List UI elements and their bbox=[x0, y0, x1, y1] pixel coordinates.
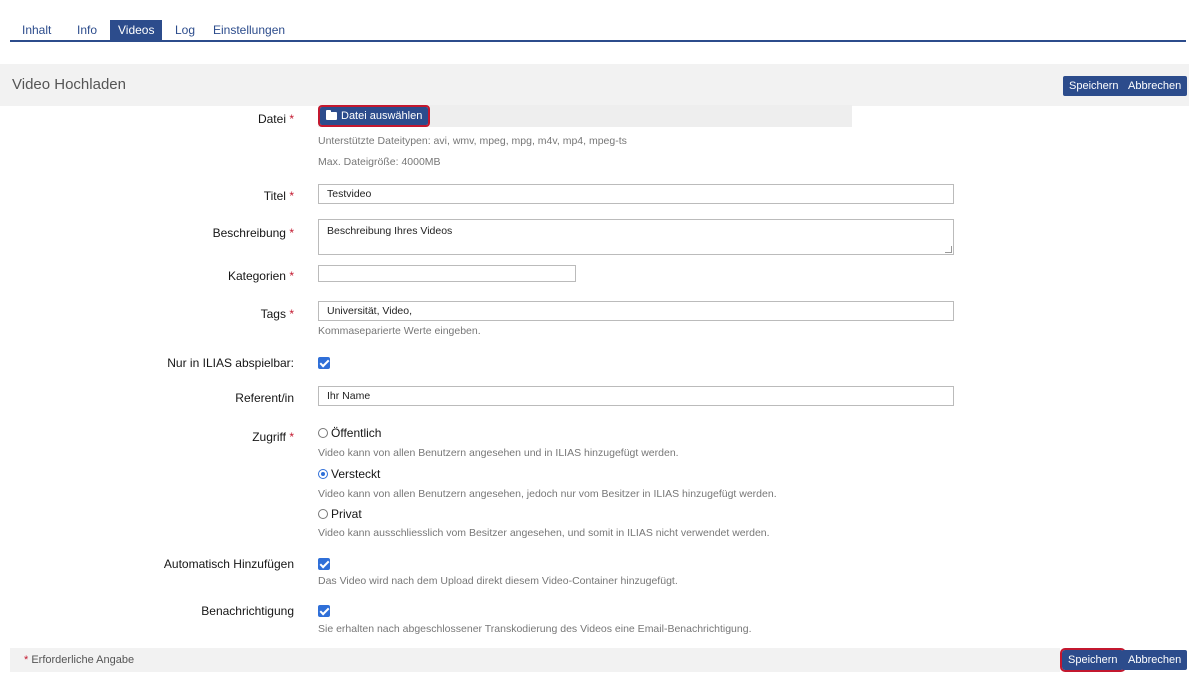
ilias-only-label: Nur in ILIAS abspielbar: bbox=[167, 356, 294, 370]
tab-videos[interactable]: Videos bbox=[110, 20, 163, 40]
title-input[interactable]: Testvideo bbox=[318, 184, 954, 204]
file-types-help: Unterstützte Dateitypen: avi, wmv, mpeg,… bbox=[318, 135, 627, 147]
form-header bbox=[0, 64, 1189, 106]
ilias-only-checkbox[interactable] bbox=[318, 357, 330, 369]
notification-label: Benachrichtigung bbox=[201, 604, 294, 618]
tab-inhalt[interactable]: Inhalt bbox=[14, 20, 59, 40]
page-title: Video Hochladen bbox=[12, 76, 126, 93]
folder-open-icon bbox=[326, 110, 337, 120]
title-label: Titel * bbox=[263, 189, 294, 203]
tags-help: Kommaseparierte Werte eingeben. bbox=[318, 325, 481, 337]
cancel-button-bottom[interactable]: Abbrechen bbox=[1122, 650, 1188, 670]
auto-add-checkbox[interactable] bbox=[318, 558, 330, 570]
save-button-top[interactable]: Speichern bbox=[1063, 76, 1125, 96]
auto-add-help: Das Video wird nach dem Upload direkt di… bbox=[318, 575, 678, 587]
auto-add-label: Automatisch Hinzufügen bbox=[163, 557, 294, 571]
notification-help: Sie erhalten nach abgeschlossener Transk… bbox=[318, 623, 752, 635]
access-label: Zugriff * bbox=[252, 430, 294, 444]
access-option-public[interactable]: Öffentlich bbox=[318, 426, 381, 440]
tags-input[interactable]: Universität, Video, bbox=[318, 301, 954, 321]
speaker-input[interactable]: Ihr Name bbox=[318, 386, 954, 406]
tab-log[interactable]: Log bbox=[167, 20, 203, 40]
tab-info[interactable]: Info bbox=[69, 20, 105, 40]
access-option-hidden[interactable]: Versteckt bbox=[318, 467, 380, 481]
choose-file-button[interactable]: Datei auswählen bbox=[317, 105, 431, 127]
access-option-private[interactable]: Privat bbox=[318, 507, 362, 521]
radio-unchecked-icon[interactable] bbox=[318, 509, 328, 519]
required-note: * Erforderliche Angabe bbox=[24, 654, 135, 666]
speaker-label: Referent/in bbox=[235, 391, 294, 405]
notification-checkbox[interactable] bbox=[318, 605, 330, 617]
description-label: Beschreibung * bbox=[212, 226, 294, 240]
categories-label: Kategorien * bbox=[227, 269, 294, 283]
form-footer bbox=[10, 648, 1060, 672]
access-private-help: Video kann ausschliesslich vom Besitzer … bbox=[318, 527, 770, 539]
tags-label: Tags * bbox=[260, 307, 294, 321]
access-hidden-help: Video kann von allen Benutzern angesehen… bbox=[318, 488, 777, 500]
radio-checked-icon[interactable] bbox=[318, 469, 328, 479]
access-public-help: Video kann von allen Benutzern angesehen… bbox=[318, 447, 679, 459]
resize-handle-icon[interactable] bbox=[945, 246, 952, 253]
cancel-button-top[interactable]: Abbrechen bbox=[1122, 76, 1188, 96]
file-label: Datei * bbox=[257, 112, 294, 126]
tab-einstellungen[interactable]: Einstellungen bbox=[205, 20, 293, 40]
radio-unchecked-icon[interactable] bbox=[318, 428, 328, 438]
save-button-bottom[interactable]: Speichern bbox=[1060, 648, 1126, 672]
categories-input[interactable] bbox=[318, 265, 576, 282]
description-textarea[interactable]: Beschreibung Ihres Videos bbox=[318, 219, 954, 255]
file-size-help: Max. Dateigröße: 4000MB bbox=[318, 156, 441, 168]
tab-bar: Inhalt Info Videos Log Einstellungen bbox=[10, 20, 1186, 42]
